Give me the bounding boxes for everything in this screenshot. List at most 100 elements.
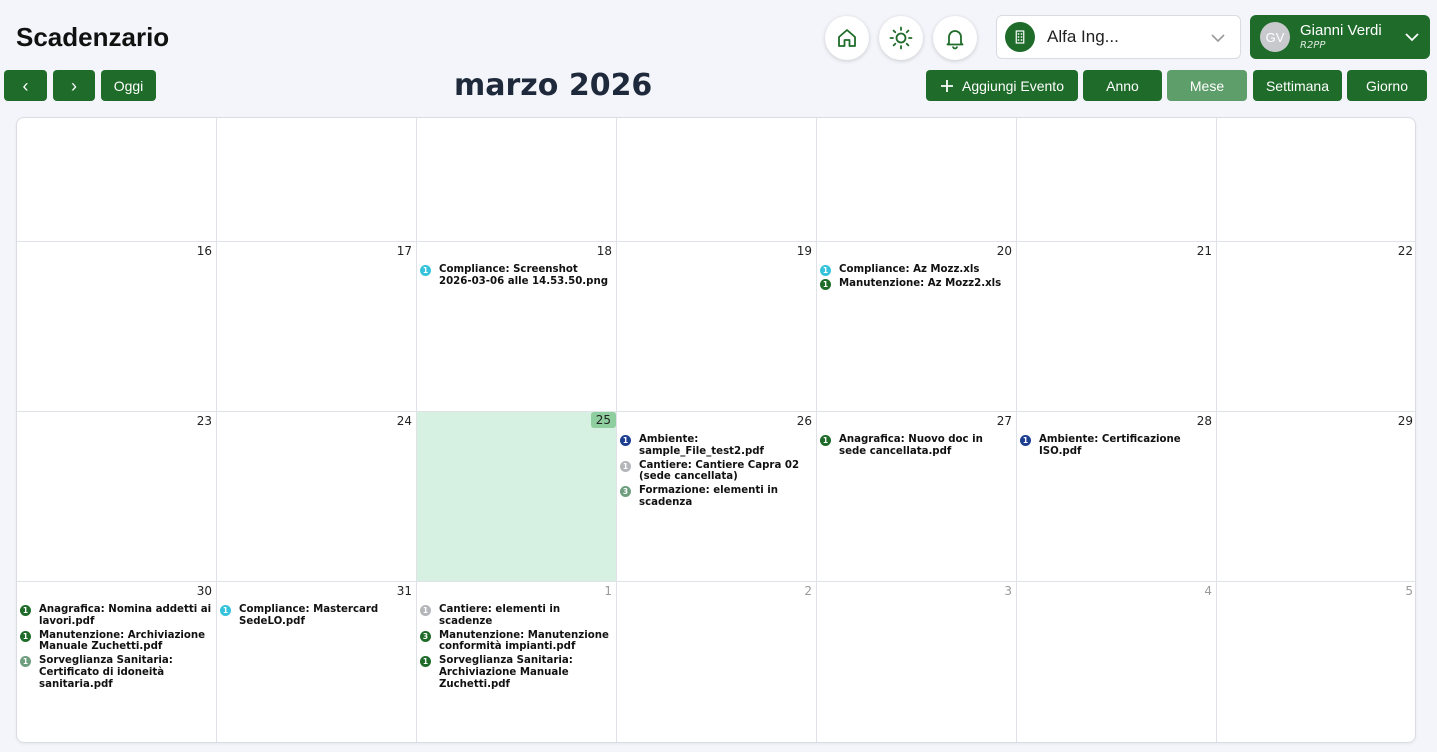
calendar-event[interactable]: 1 Compliance: Mastercard SedeLO.pdf: [220, 604, 413, 628]
add-event-button[interactable]: Aggiungi Evento: [926, 70, 1078, 101]
view-month-label: Mese: [1189, 77, 1225, 94]
day-cell[interactable]: 26 1 Ambiente: sample_File_test2.pdf 1 Canti…: [617, 412, 817, 582]
day-cell[interactable]: 18 1 Compliance: Screenshot 2026-03-06 all…: [417, 242, 617, 412]
event-count-badge: 1: [620, 435, 631, 446]
calendar-event[interactable]: 1 Cantiere: Cantiere Capra 02 (sede cance…: [620, 460, 813, 484]
calendar-event[interactable]: 3 Formazione: elementi in scadenza: [620, 485, 813, 509]
user-menu[interactable]: GV Gianni Verdi R2PP: [1250, 15, 1430, 59]
day-cell[interactable]: 2: [617, 582, 817, 742]
calendar-event[interactable]: 1 Compliance: Screenshot 2026-03-06 alle …: [420, 264, 613, 288]
event-title: Formazione: elementi in scadenza: [639, 485, 779, 509]
event-count-badge: 1: [420, 656, 431, 668]
day-number: 18: [596, 244, 612, 258]
day-cell[interactable]: [1017, 118, 1217, 242]
event-count-badge: 1: [420, 605, 431, 616]
event-title: Ambiente: Certificazione ISO.pdf: [1039, 434, 1181, 457]
day-cell[interactable]: 1 1 Cantiere: elementi in scadenze 3 Manuten…: [417, 582, 617, 742]
calendar-event[interactable]: 1 Anagrafica: Nomina addetti ai lavori.pd…: [20, 604, 213, 628]
day-cell[interactable]: 29: [1217, 412, 1415, 582]
day-cell[interactable]: 3: [817, 582, 1017, 742]
day-cell[interactable]: 17: [217, 242, 417, 412]
event-list: 1 Ambiente: sample_File_test2.pdf 1 Cantier…: [620, 434, 813, 511]
day-number: 3: [1004, 584, 1012, 598]
avatar: GV: [1260, 22, 1290, 52]
event-list: 1 Compliance: Mastercard SedeLO.pdf: [220, 604, 413, 630]
next-month-button[interactable]: ›: [53, 70, 95, 101]
calendar-event[interactable]: 1 Ambiente: sample_File_test2.pdf: [620, 434, 813, 458]
event-list: 1 Anagrafica: Nomina addetti ai lavori.pd…: [20, 604, 213, 693]
day-number: 20: [996, 244, 1012, 258]
day-number: 29: [1397, 414, 1413, 428]
day-cell[interactable]: 21: [1017, 242, 1217, 412]
day-cell[interactable]: [617, 118, 817, 242]
calendar-event[interactable]: 1 Sorveglianza Sanitaria: Archiviazione M…: [420, 655, 613, 690]
bell-icon: [946, 30, 964, 50]
event-count-badge: 1: [420, 265, 431, 276]
prev-month-button[interactable]: ‹: [4, 70, 47, 101]
day-cell[interactable]: [217, 118, 417, 242]
event-list: 1 Ambiente: Certificazione ISO.pdf: [1020, 434, 1213, 460]
calendar-event[interactable]: 1 Compliance: Az Mozz.xls: [820, 264, 1013, 276]
day-cell[interactable]: 4: [1017, 582, 1217, 742]
event-list: 1 Compliance: Screenshot 2026-03-06 alle …: [420, 264, 613, 290]
event-title: Ambiente: sample_File_test2.pdf: [639, 434, 764, 457]
today-button[interactable]: Oggi: [101, 70, 156, 101]
event-title: Compliance: Az Mozz.xls: [839, 264, 980, 275]
calendar-event[interactable]: 1 Cantiere: elementi in scadenze: [420, 604, 613, 628]
event-title: Manutenzione: Archiviazione Manuale Zuch…: [39, 629, 206, 653]
event-title: Sorveglianza Sanitaria: Certificato di i…: [39, 655, 173, 690]
notifications-button[interactable]: [933, 16, 977, 60]
event-title: Cantiere: Cantiere Capra 02 (sede cancel…: [639, 459, 800, 483]
day-number: 1: [604, 584, 612, 598]
calendar-event[interactable]: 1 Anagrafica: Nuovo doc in sede cancellat…: [820, 434, 1013, 458]
event-title: Cantiere: elementi in scadenze: [439, 604, 561, 627]
event-list: 1 Compliance: Az Mozz.xls 1 Manutenzione: A…: [820, 264, 1013, 292]
view-day-button[interactable]: Giorno: [1347, 70, 1427, 101]
day-cell[interactable]: 31 1 Compliance: Mastercard SedeLO.pdf: [217, 582, 417, 742]
calendar-event[interactable]: 1 Manutenzione: Archiviazione Manuale Zuc…: [20, 630, 213, 654]
chevron-right-icon: ›: [71, 75, 77, 96]
event-count-badge: 1: [820, 279, 831, 290]
day-number: 2: [804, 584, 812, 598]
day-number: 30: [196, 584, 212, 598]
day-cell[interactable]: 24: [217, 412, 417, 582]
theme-toggle-button[interactable]: [879, 16, 923, 60]
user-role: R2PP: [1300, 39, 1326, 51]
home-button[interactable]: [825, 16, 869, 60]
day-number: 25: [590, 412, 616, 428]
day-cell[interactable]: 22: [1217, 242, 1415, 412]
day-cell[interactable]: [817, 118, 1017, 242]
day-cell[interactable]: 27 1 Anagrafica: Nuovo doc in sede cancell…: [817, 412, 1017, 582]
event-count-badge: 1: [20, 630, 31, 642]
view-week-button[interactable]: Settimana: [1253, 70, 1342, 101]
day-cell[interactable]: 19: [617, 242, 817, 412]
day-cell[interactable]: [417, 118, 617, 242]
day-cell[interactable]: 5: [1217, 582, 1415, 742]
day-cell[interactable]: 16: [17, 242, 217, 412]
day-cell[interactable]: 23: [17, 412, 217, 582]
day-cell[interactable]: [17, 118, 217, 242]
calendar-event[interactable]: 3 Manutenzione: Manutenzione conformità i…: [420, 630, 613, 654]
day-cell[interactable]: [1217, 118, 1415, 242]
calendar-event[interactable]: 1 Ambiente: Certificazione ISO.pdf: [1020, 434, 1213, 458]
company-select[interactable]: Alfa Ing...: [996, 15, 1241, 59]
day-cell[interactable]: 28 1 Ambiente: Certificazione ISO.pdf: [1017, 412, 1217, 582]
event-count-badge: 3: [620, 486, 631, 498]
event-count-badge: 1: [620, 460, 631, 472]
event-count-badge: 1: [20, 656, 31, 668]
day-cell[interactable]: 25: [417, 412, 617, 582]
calendar-event[interactable]: 1 Sorveglianza Sanitaria: Certificato di …: [20, 655, 213, 690]
day-number: 4: [1204, 584, 1212, 598]
day-cell[interactable]: 20 1 Compliance: Az Mozz.xls 1 Manutenzione:…: [817, 242, 1017, 412]
day-number: 28: [1196, 414, 1212, 428]
day-number: 17: [396, 244, 412, 258]
calendar-event[interactable]: 1 Manutenzione: Az Mozz2.xls: [820, 278, 1013, 290]
plus-icon: [941, 79, 954, 92]
event-count-badge: 1: [20, 605, 31, 616]
day-cell[interactable]: 30 1 Anagrafica: Nomina addetti ai lavori.…: [17, 582, 217, 742]
view-month-button[interactable]: Mese: [1167, 70, 1247, 101]
event-count-badge: 1: [820, 265, 831, 276]
event-count-badge: 1: [220, 605, 231, 616]
view-year-button[interactable]: Anno: [1083, 70, 1162, 101]
calendar-grid: 16 17 18 1 Compliance: Screenshot 2026-03-06…: [16, 117, 1416, 743]
